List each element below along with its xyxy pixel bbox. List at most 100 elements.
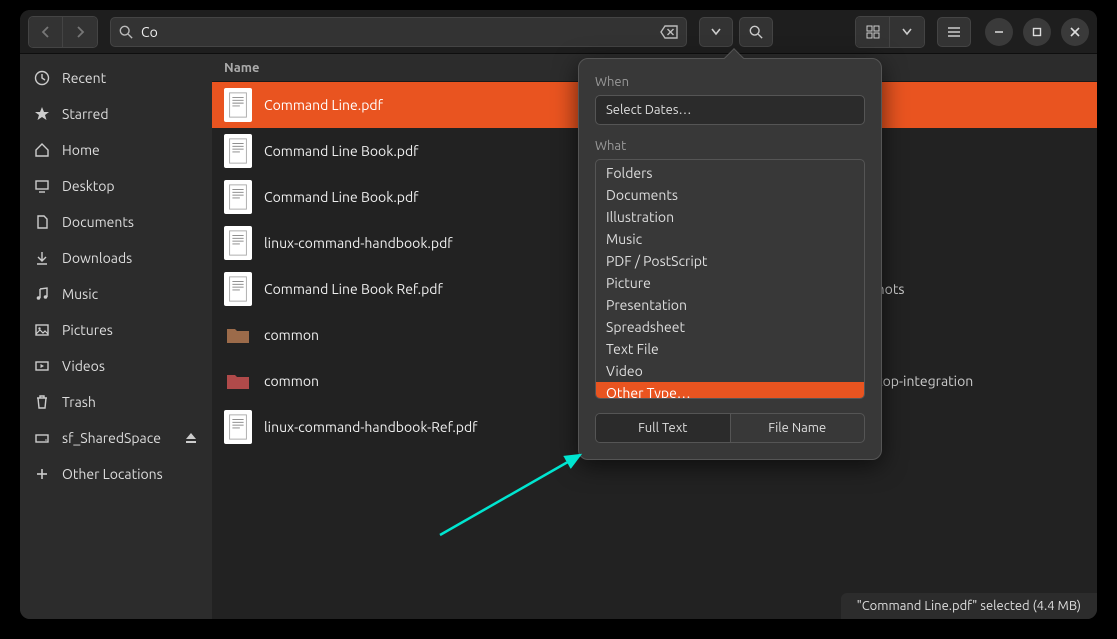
what-item-video[interactable]: Video [596,360,864,382]
sidebar-item-label: Music [62,286,98,302]
what-item-text-file[interactable]: Text File [596,338,864,360]
full-text-toggle[interactable]: Full Text [596,414,731,442]
search-mode-toggle: Full Text File Name [595,413,865,443]
pictures-icon [34,322,50,338]
file-name: linux-command-handbook-Ref.pdf [264,419,478,435]
pdf-thumbnail-icon [224,180,252,214]
maximize-icon [1032,27,1042,37]
file-name: common [264,327,319,343]
music-icon [34,286,50,302]
search-bar[interactable] [110,17,687,47]
sidebar-item-label: Home [62,142,100,158]
clock-icon [34,70,50,86]
file-manager-window: Recent Starred Home Desktop Documents Downloa… [20,10,1097,619]
body: Recent Starred Home Desktop Documents Downloa… [20,54,1097,619]
what-item-music[interactable]: Music [596,228,864,250]
clear-search-button[interactable] [660,25,678,39]
chevron-down-icon [711,28,721,36]
star-icon [34,106,50,122]
minimize-button[interactable] [985,18,1013,46]
sidebar-item-label: Desktop [62,178,115,194]
search-icon [749,25,763,39]
sidebar-item-label: sf_SharedSpace [62,430,161,446]
file-name: linux-command-handbook.pdf [264,235,453,251]
sidebar-item-music[interactable]: Music [20,276,212,312]
chevron-right-icon [74,26,86,38]
sidebar-item-other-locations[interactable]: Other Locations [20,456,212,492]
titlebar [20,10,1097,54]
what-item-documents[interactable]: Documents [596,184,864,206]
sidebar-item-label: Starred [62,106,109,122]
file-name-toggle[interactable]: File Name [731,414,865,442]
search-filter-dropdown[interactable] [699,17,733,47]
search-icon [119,25,133,39]
sidebar-item-label: Trash [62,394,96,410]
sidebar-item-desktop[interactable]: Desktop [20,168,212,204]
what-type-list[interactable]: FilesFoldersDocumentsIllustrationMusicPD… [595,159,865,399]
close-button[interactable] [1061,18,1089,46]
what-item-illustration[interactable]: Illustration [596,206,864,228]
backspace-icon [660,25,678,39]
sidebar-item-label: Recent [62,70,106,86]
hamburger-menu[interactable] [937,17,971,47]
window-controls [985,18,1089,46]
back-button[interactable] [29,17,63,47]
forward-button[interactable] [63,17,97,47]
pdf-thumbnail-icon [224,410,252,444]
trash-icon [34,394,50,410]
folder-icon [224,318,252,352]
sidebar: Recent Starred Home Desktop Documents Downloa… [20,54,212,619]
what-label: What [595,139,865,153]
maximize-button[interactable] [1023,18,1051,46]
pdf-thumbnail-icon [224,226,252,260]
sidebar-item-documents[interactable]: Documents [20,204,212,240]
file-name: common [264,373,319,389]
what-item-other-type[interactable]: Other Type… [596,382,864,399]
what-item-folders[interactable]: Folders [596,162,864,184]
sidebar-item-label: Pictures [62,322,113,338]
search-input[interactable] [141,24,652,40]
file-name: Command Line Book Ref.pdf [264,281,443,297]
what-item-presentation[interactable]: Presentation [596,294,864,316]
chevron-left-icon [40,26,52,38]
minimize-icon [994,27,1004,37]
grid-icon [866,25,880,39]
home-icon [34,142,50,158]
sidebar-item-videos[interactable]: Videos [20,348,212,384]
when-label: When [595,75,865,89]
sidebar-item-downloads[interactable]: Downloads [20,240,212,276]
sidebar-item-trash[interactable]: Trash [20,384,212,420]
eject-icon[interactable] [184,431,198,445]
plus-icon [34,466,50,482]
search-filter-popover: When Select Dates… What FilesFoldersDocu… [578,58,882,460]
pdf-thumbnail-icon [224,134,252,168]
file-name: Command Line Book.pdf [264,189,418,205]
what-item-spreadsheet[interactable]: Spreadsheet [596,316,864,338]
sidebar-item-starred[interactable]: Starred [20,96,212,132]
what-item-pdf-postscript[interactable]: PDF / PostScript [596,250,864,272]
icon-view-button[interactable] [856,17,890,47]
what-item-picture[interactable]: Picture [596,272,864,294]
sidebar-item-pictures[interactable]: Pictures [20,312,212,348]
file-name: Command Line.pdf [264,97,383,113]
select-dates-button[interactable]: Select Dates… [595,95,865,125]
sidebar-item-home[interactable]: Home [20,132,212,168]
search-toggle-button[interactable] [739,17,773,47]
menu-icon [947,26,961,38]
sidebar-item-recent[interactable]: Recent [20,60,212,96]
status-bar: "Command Line.pdf" selected (4.4 MB) [841,593,1097,619]
file-name: Command Line Book.pdf [264,143,418,159]
sidebar-item-sf-sharedspace[interactable]: sf_SharedSpace [20,420,212,456]
chevron-down-icon [902,28,912,36]
pdf-thumbnail-icon [224,88,252,122]
sidebar-item-label: Other Locations [62,466,163,482]
view-options-dropdown[interactable] [890,17,924,47]
desktop-icon [34,178,50,194]
view-controls [855,16,925,48]
documents-icon [34,214,50,230]
sidebar-item-label: Videos [62,358,105,374]
close-icon [1070,27,1080,37]
nav-buttons [28,16,98,48]
sidebar-item-label: Documents [62,214,134,230]
sidebar-item-label: Downloads [62,250,132,266]
